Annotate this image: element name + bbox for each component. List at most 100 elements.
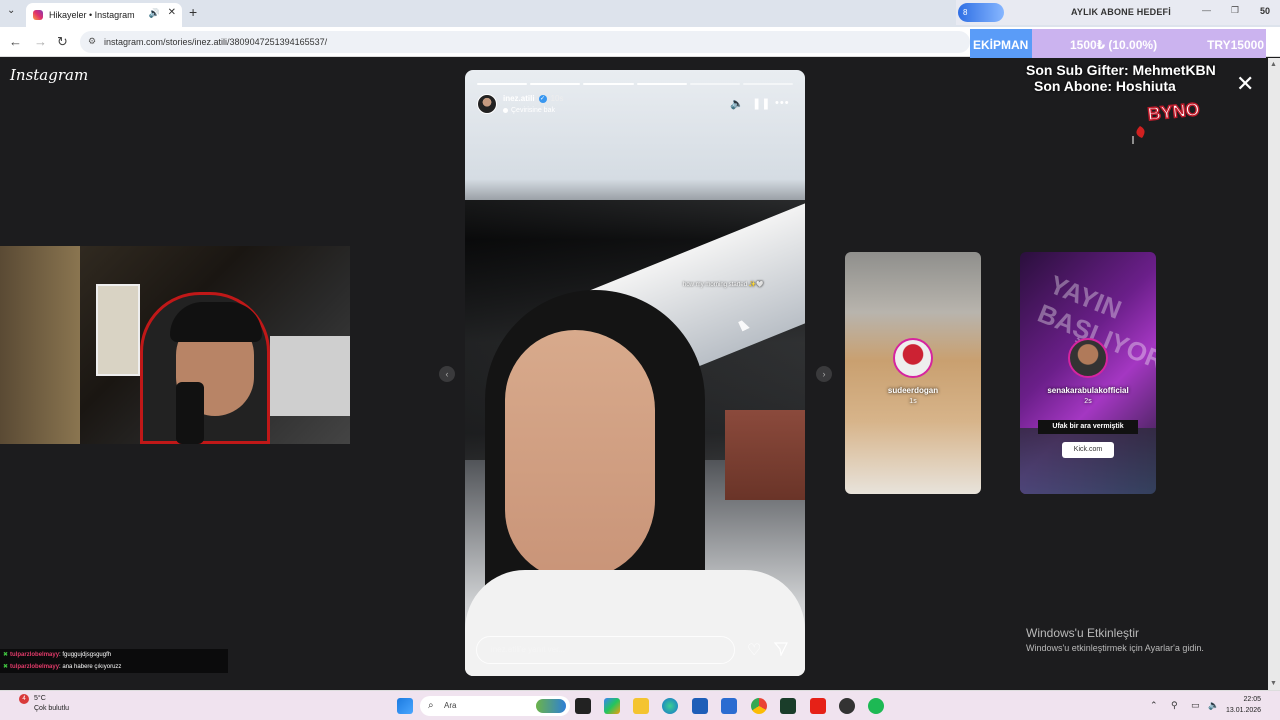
new-tab-button[interactable]: + (189, 4, 197, 20)
last-gifter: Son Sub Gifter: MehmetKBN (1026, 62, 1216, 78)
more-options-icon[interactable]: ••• (775, 97, 790, 109)
goal-progress-bar: 8 (958, 3, 1004, 22)
chat-message: : fguggujdjsgsgugfh (59, 652, 112, 658)
activation-title: Windows'u Etkinleştir (1026, 626, 1139, 640)
preview-username: senakarabulakofficial (1047, 386, 1129, 395)
store-icon[interactable] (692, 698, 708, 714)
tab-list-chevron-icon[interactable]: ⌄ (7, 5, 15, 16)
story-header: inez.atili ✓ 10s (503, 94, 563, 103)
previous-story-arrow-icon[interactable]: ‹ (439, 366, 455, 382)
preview-screen (1020, 428, 1156, 494)
chat-line: ✖ tulparzlobelmayy: ana habere çıkıyoruzz (0, 661, 228, 673)
donation-name: EKİPMAN (970, 29, 1032, 61)
preview-time: 2s (1084, 398, 1092, 405)
next-story-preview[interactable]: YAYIN BAŞLIYOR senakarabulakofficial 2s … (1020, 252, 1156, 494)
preview-tag: Ufak bir ara vermiştik (1038, 420, 1138, 434)
forward-arrow-icon[interactable]: → (34, 34, 47, 49)
subscriber-info-overlay: Son Sub Gifter: MehmetKBN Son Abone: Hos… (1026, 62, 1216, 94)
page-scrollbar[interactable]: ▲ ▼ (1268, 58, 1280, 690)
search-icon: ⌕ (428, 700, 434, 711)
weather-temp: 5°C (34, 695, 46, 702)
sub-goal-overlay: 8 AYLIK ABONE HEDEFİ — ❐ 50 (956, 0, 1280, 25)
chat-badge-icon: ✖ (3, 652, 9, 658)
next-story-arrow-icon[interactable]: › (816, 366, 832, 382)
streamer-webcam (0, 246, 350, 444)
weather-widget[interactable]: 4 5°C Çok bulutlu (12, 694, 69, 714)
webcam-shelf (96, 284, 140, 376)
tab-close-icon[interactable]: ✕ (168, 7, 176, 18)
network-icon[interactable]: ▭ (1191, 700, 1200, 711)
volume-icon[interactable]: 🔈 (1208, 700, 1219, 711)
obs-icon[interactable] (839, 698, 855, 714)
webcam-door (0, 246, 80, 444)
outlook-icon[interactable] (721, 698, 737, 714)
youtube-icon[interactable] (810, 698, 826, 714)
tray-chevron-icon[interactable]: ⌃ (1150, 700, 1158, 711)
close-story-button[interactable]: ✕ (1236, 71, 1254, 97)
webcam-bed (270, 336, 350, 416)
minimize-icon[interactable]: — (1202, 5, 1211, 15)
windows-activation-watermark: Windows'u Etkinleştir Windows'u etkinleş… (1026, 626, 1204, 653)
preview-avatar (1068, 338, 1108, 378)
active-story[interactable]: inez.atili ✓ 10s Çevirisine bak 🔈 ❚❚ •••… (465, 70, 805, 676)
reply-input[interactable]: inez.atili'e yanıt ver... (476, 636, 735, 664)
widgets-icon[interactable] (604, 698, 620, 714)
file-explorer-icon[interactable] (633, 698, 649, 714)
preview-link: Kick.com (1062, 442, 1114, 458)
back-arrow-icon[interactable]: ← (9, 34, 22, 49)
story-progress-segment (689, 83, 740, 85)
site-info-icon[interactable]: ⚙ (88, 36, 96, 47)
app-icon[interactable] (780, 698, 796, 714)
woman-face (505, 330, 655, 580)
send-icon[interactable] (774, 642, 788, 656)
tray-app-icon[interactable]: ⚲ (1171, 700, 1178, 711)
donation-total: TRY15000 (1207, 38, 1264, 52)
url-text: instagram.com/stories/inez.atili/3809047… (104, 37, 328, 47)
instagram-logo[interactable]: Instagram (10, 66, 88, 84)
goal-target: 50 (1259, 6, 1270, 16)
story-time: 10s (550, 94, 564, 103)
spotify-icon[interactable] (868, 698, 884, 714)
story-translate[interactable]: Çevirisine bak (503, 107, 555, 114)
tab-instagram-stories[interactable]: Hikayeler • Instagram 🔊 ✕ (26, 3, 182, 27)
chat-user: tulparzlobelmayy (10, 652, 60, 658)
like-heart-icon[interactable]: ♡ (747, 640, 761, 660)
speaker-icon[interactable]: 🔊 (149, 8, 160, 19)
scroll-up-icon[interactable]: ▲ (1270, 61, 1277, 68)
chrome-icon[interactable] (751, 698, 767, 714)
last-sub: Son Abone: Hoshiuta (1034, 78, 1176, 94)
search-highlight-icon (536, 699, 566, 713)
pause-icon[interactable]: ❚❚ (752, 97, 770, 110)
preview-username: sudeerdogan (887, 386, 939, 395)
tab-title: Hikayeler • Instagram (49, 10, 135, 20)
restore-icon[interactable]: ❐ (1231, 5, 1239, 16)
scroll-down-icon[interactable]: ▼ (1270, 680, 1277, 687)
next-story-preview[interactable]: sudeerdogan 1s (845, 252, 981, 494)
edge-icon[interactable] (662, 698, 678, 714)
windows-taskbar: 4 5°C Çok bulutlu ⌕ Ara ⌃ ⚲ ▭ 🔈 22:05 13… (0, 690, 1280, 720)
weather-badge: 4 (19, 694, 29, 704)
taskbar-clock[interactable]: 22:05 13.01.2026 (1226, 694, 1261, 716)
audio-dot-icon (503, 108, 508, 113)
microphone (176, 382, 204, 444)
donation-progress: 1500₺ (10.00%) (1070, 38, 1158, 52)
clock-time: 22:05 (1243, 696, 1262, 703)
story-progress-segment (530, 83, 581, 85)
story-progress-segment (477, 83, 528, 85)
task-view-icon[interactable] (575, 698, 591, 714)
story-username[interactable]: inez.atili (503, 94, 535, 103)
translate-label: Çevirisine bak (511, 107, 555, 114)
story-progress-bars (477, 83, 794, 85)
url-input[interactable]: ⚙ instagram.com/stories/inez.atili/38090… (80, 31, 970, 53)
sound-icon[interactable]: 🔈 (730, 97, 744, 110)
chat-message: : ana habere çıkıyoruzz (59, 664, 122, 670)
byno-logo: BYNO (1132, 98, 1201, 144)
clock-date: 13.01.2026 (1226, 707, 1262, 714)
story-progress-segment (583, 83, 634, 85)
story-avatar[interactable] (477, 94, 497, 114)
svg-text:BYNO: BYNO (1147, 99, 1201, 124)
windows-start-icon[interactable] (397, 698, 413, 714)
taskbar-search[interactable]: ⌕ Ara (420, 696, 570, 716)
stream-chat: ✖ tulparzlobelmayy: fguggujdjsgsgugfh ✖ tu… (0, 649, 228, 673)
reload-icon[interactable]: ↻ (57, 34, 68, 50)
